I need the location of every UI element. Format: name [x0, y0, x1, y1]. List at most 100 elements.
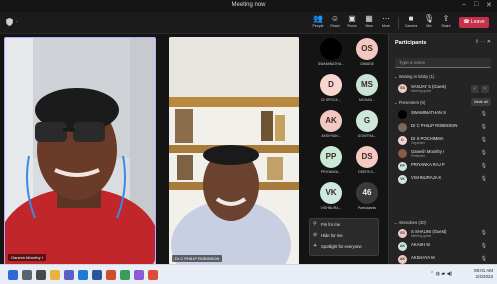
- camera-icon: ■: [408, 14, 414, 23]
- participant-row[interactable]: SS S SHALINI (Guest) Meeting guest 🎙: [393, 228, 493, 240]
- gallery-participant-name: OWAISE: [360, 62, 374, 66]
- mute-all-button[interactable]: Mute all: [471, 98, 491, 106]
- mic-button[interactable]: 🎙 Mic: [420, 14, 438, 32]
- gallery-participant[interactable]: D Dr SPOCK...: [314, 74, 348, 108]
- participant-name: AKASH M: [411, 242, 430, 247]
- task-view-icon[interactable]: [36, 270, 46, 280]
- avatar: AK: [398, 242, 407, 251]
- menu-item-hide[interactable]: ⊘ Hide for me: [310, 230, 378, 241]
- participant-search-input[interactable]: Type a name: [395, 58, 491, 68]
- gallery-participant-name: AKSHYAN...: [321, 134, 341, 138]
- word-icon[interactable]: [92, 270, 102, 280]
- tile-context-menu: ⚲ Pin for me ⊘ Hide for me ✦ Spotlight for …: [309, 218, 379, 256]
- admit-button[interactable]: ✓: [471, 85, 479, 93]
- gallery-participant[interactable]: DS DEEPA S...: [350, 146, 384, 180]
- app-icon[interactable]: [134, 270, 144, 280]
- participant-row[interactable]: Dr C PHILIP ROBINSON 🎙: [393, 122, 493, 134]
- gallery-participant-name: VISHNURA...: [320, 206, 342, 210]
- menu-item-spotlight[interactable]: ✦ Spotlight for everyone: [310, 241, 378, 252]
- share-invite-icon[interactable]: ⇪: [475, 39, 479, 45]
- mic-muted-icon[interactable]: 🎙: [481, 230, 487, 236]
- participant-row[interactable]: AK AKASH M 🎙: [393, 241, 493, 253]
- share-icon: ⇪: [442, 14, 450, 23]
- camera-button[interactable]: ■ Camera: [402, 14, 420, 32]
- deny-button[interactable]: ✕: [481, 85, 489, 93]
- presenters-section-header[interactable]: ⌄ Presenters (6): [394, 100, 425, 105]
- edge-icon[interactable]: [78, 270, 88, 280]
- mic-muted-icon[interactable]: 🎙: [481, 150, 487, 156]
- participant-row[interactable]: PP PRIYANKA RAJ P 🎙: [393, 161, 493, 173]
- people-button[interactable]: 👥 People: [309, 14, 327, 32]
- mic-muted-icon[interactable]: 🎙: [481, 256, 487, 262]
- shield-icon: [6, 18, 13, 26]
- gallery-participant-name: GOWTHA...: [357, 134, 377, 138]
- gallery-participant[interactable]: MS MOHAN...: [350, 74, 384, 108]
- close-panel-icon[interactable]: ✕: [487, 39, 491, 45]
- more-button[interactable]: ⋯ More: [377, 14, 395, 32]
- participant-name-tag: Dr C PHILIP ROBINSON: [172, 255, 223, 262]
- close-icon[interactable]: ✕: [486, 1, 492, 9]
- excel-icon[interactable]: [120, 270, 130, 280]
- gallery-participant[interactable]: SWAMINATHA...: [314, 38, 348, 72]
- view-icon: ▦: [365, 14, 373, 23]
- gallery-participant[interactable]: OS OWAISE: [350, 38, 384, 72]
- participants-overflow-tile[interactable]: 46 Participants: [350, 182, 384, 216]
- participant-row[interactable]: Ganesh Moorthy I Presenter 🎙: [393, 148, 493, 160]
- more-options-icon[interactable]: ⋯: [480, 39, 485, 45]
- powerpoint-icon[interactable]: [106, 270, 116, 280]
- rooms-button[interactable]: ▣ Room: [343, 14, 361, 32]
- chrome-icon[interactable]: [148, 270, 158, 280]
- avatar: VK: [398, 175, 407, 184]
- avatar: [398, 110, 407, 119]
- mic-muted-icon[interactable]: 🎙: [481, 111, 487, 117]
- taskbar-clock[interactable]: 08:01 AM 2/4/2023: [474, 268, 493, 280]
- teams-icon[interactable]: [64, 270, 74, 280]
- meeting-timer: -: [16, 19, 18, 25]
- video-stage: Ganesh Moorthy I Dr C PHILIP ROBINSON SW…: [0, 34, 388, 265]
- gallery-participant[interactable]: AK AKSHYAN...: [314, 110, 348, 144]
- leave-button[interactable]: ☎ Leave: [459, 17, 489, 28]
- participant-name: SWAMINATHAN S: [411, 110, 446, 115]
- react-button[interactable]: ☺ React: [326, 14, 344, 32]
- mic-muted-icon[interactable]: 🎙: [481, 163, 487, 169]
- file-explorer-icon[interactable]: [50, 270, 60, 280]
- avatar: AK: [320, 110, 342, 132]
- avatar: G: [356, 110, 378, 132]
- gallery-participant-name: Participants: [357, 206, 377, 210]
- gallery-participant-name: PRIYANKA...: [320, 170, 342, 174]
- gallery-participant-name: MOHAN...: [359, 98, 375, 102]
- title-bar: Meeting now – □ ✕: [0, 0, 497, 12]
- gallery-participant[interactable]: PP PRIYANKA...: [314, 146, 348, 180]
- attendees-section-header[interactable]: ⌄ Attendees (40): [394, 220, 426, 225]
- toolbar-divider: [398, 17, 399, 29]
- view-button[interactable]: ▦ View: [360, 14, 378, 32]
- hide-icon: ⊘: [313, 232, 318, 238]
- search-icon[interactable]: [22, 270, 32, 280]
- mic-muted-icon[interactable]: 🎙: [481, 176, 487, 182]
- participant-row[interactable]: VK VISHNURAJA K 🎙: [393, 174, 493, 186]
- avatar: D: [398, 136, 407, 145]
- maximize-icon[interactable]: □: [474, 1, 478, 8]
- gallery-participant[interactable]: VK VISHNURA...: [314, 182, 348, 216]
- mic-muted-icon[interactable]: 🎙: [481, 243, 487, 249]
- avatar: [398, 149, 407, 158]
- participant-row[interactable]: D Dr S POCHIMMA Organizer 🎙: [393, 135, 493, 147]
- menu-item-pin[interactable]: ⚲ Pin for me: [310, 219, 378, 230]
- video-feed-1: [5, 38, 155, 264]
- spotlight-icon: ✦: [313, 243, 318, 249]
- teams-window: Meeting now – □ ✕ - 👥 People ☺ React ▣ R…: [0, 0, 497, 284]
- start-icon[interactable]: [8, 270, 18, 280]
- mic-muted-icon[interactable]: 🎙: [481, 124, 487, 130]
- pin-icon: ⚲: [313, 221, 317, 227]
- lobby-section-header[interactable]: ⌄ Waiting in lobby (1): [394, 74, 434, 79]
- share-button[interactable]: ⇪ Share: [437, 14, 455, 32]
- more-icon: ⋯: [382, 14, 390, 23]
- video-tile-philip[interactable]: Dr C PHILIP ROBINSON: [169, 37, 299, 265]
- panel-title: Participants: [395, 40, 427, 46]
- gallery-participant[interactable]: G GOWTHA...: [350, 110, 384, 144]
- minimize-icon[interactable]: –: [462, 1, 466, 8]
- participant-row[interactable]: SWAMINATHAN S 🎙: [393, 109, 493, 121]
- system-tray-icons[interactable]: ⌃ ◍ ▰ ◀): [430, 271, 452, 277]
- mic-muted-icon[interactable]: 🎙: [481, 137, 487, 143]
- video-tile-ganesh[interactable]: Ganesh Moorthy I: [4, 37, 156, 265]
